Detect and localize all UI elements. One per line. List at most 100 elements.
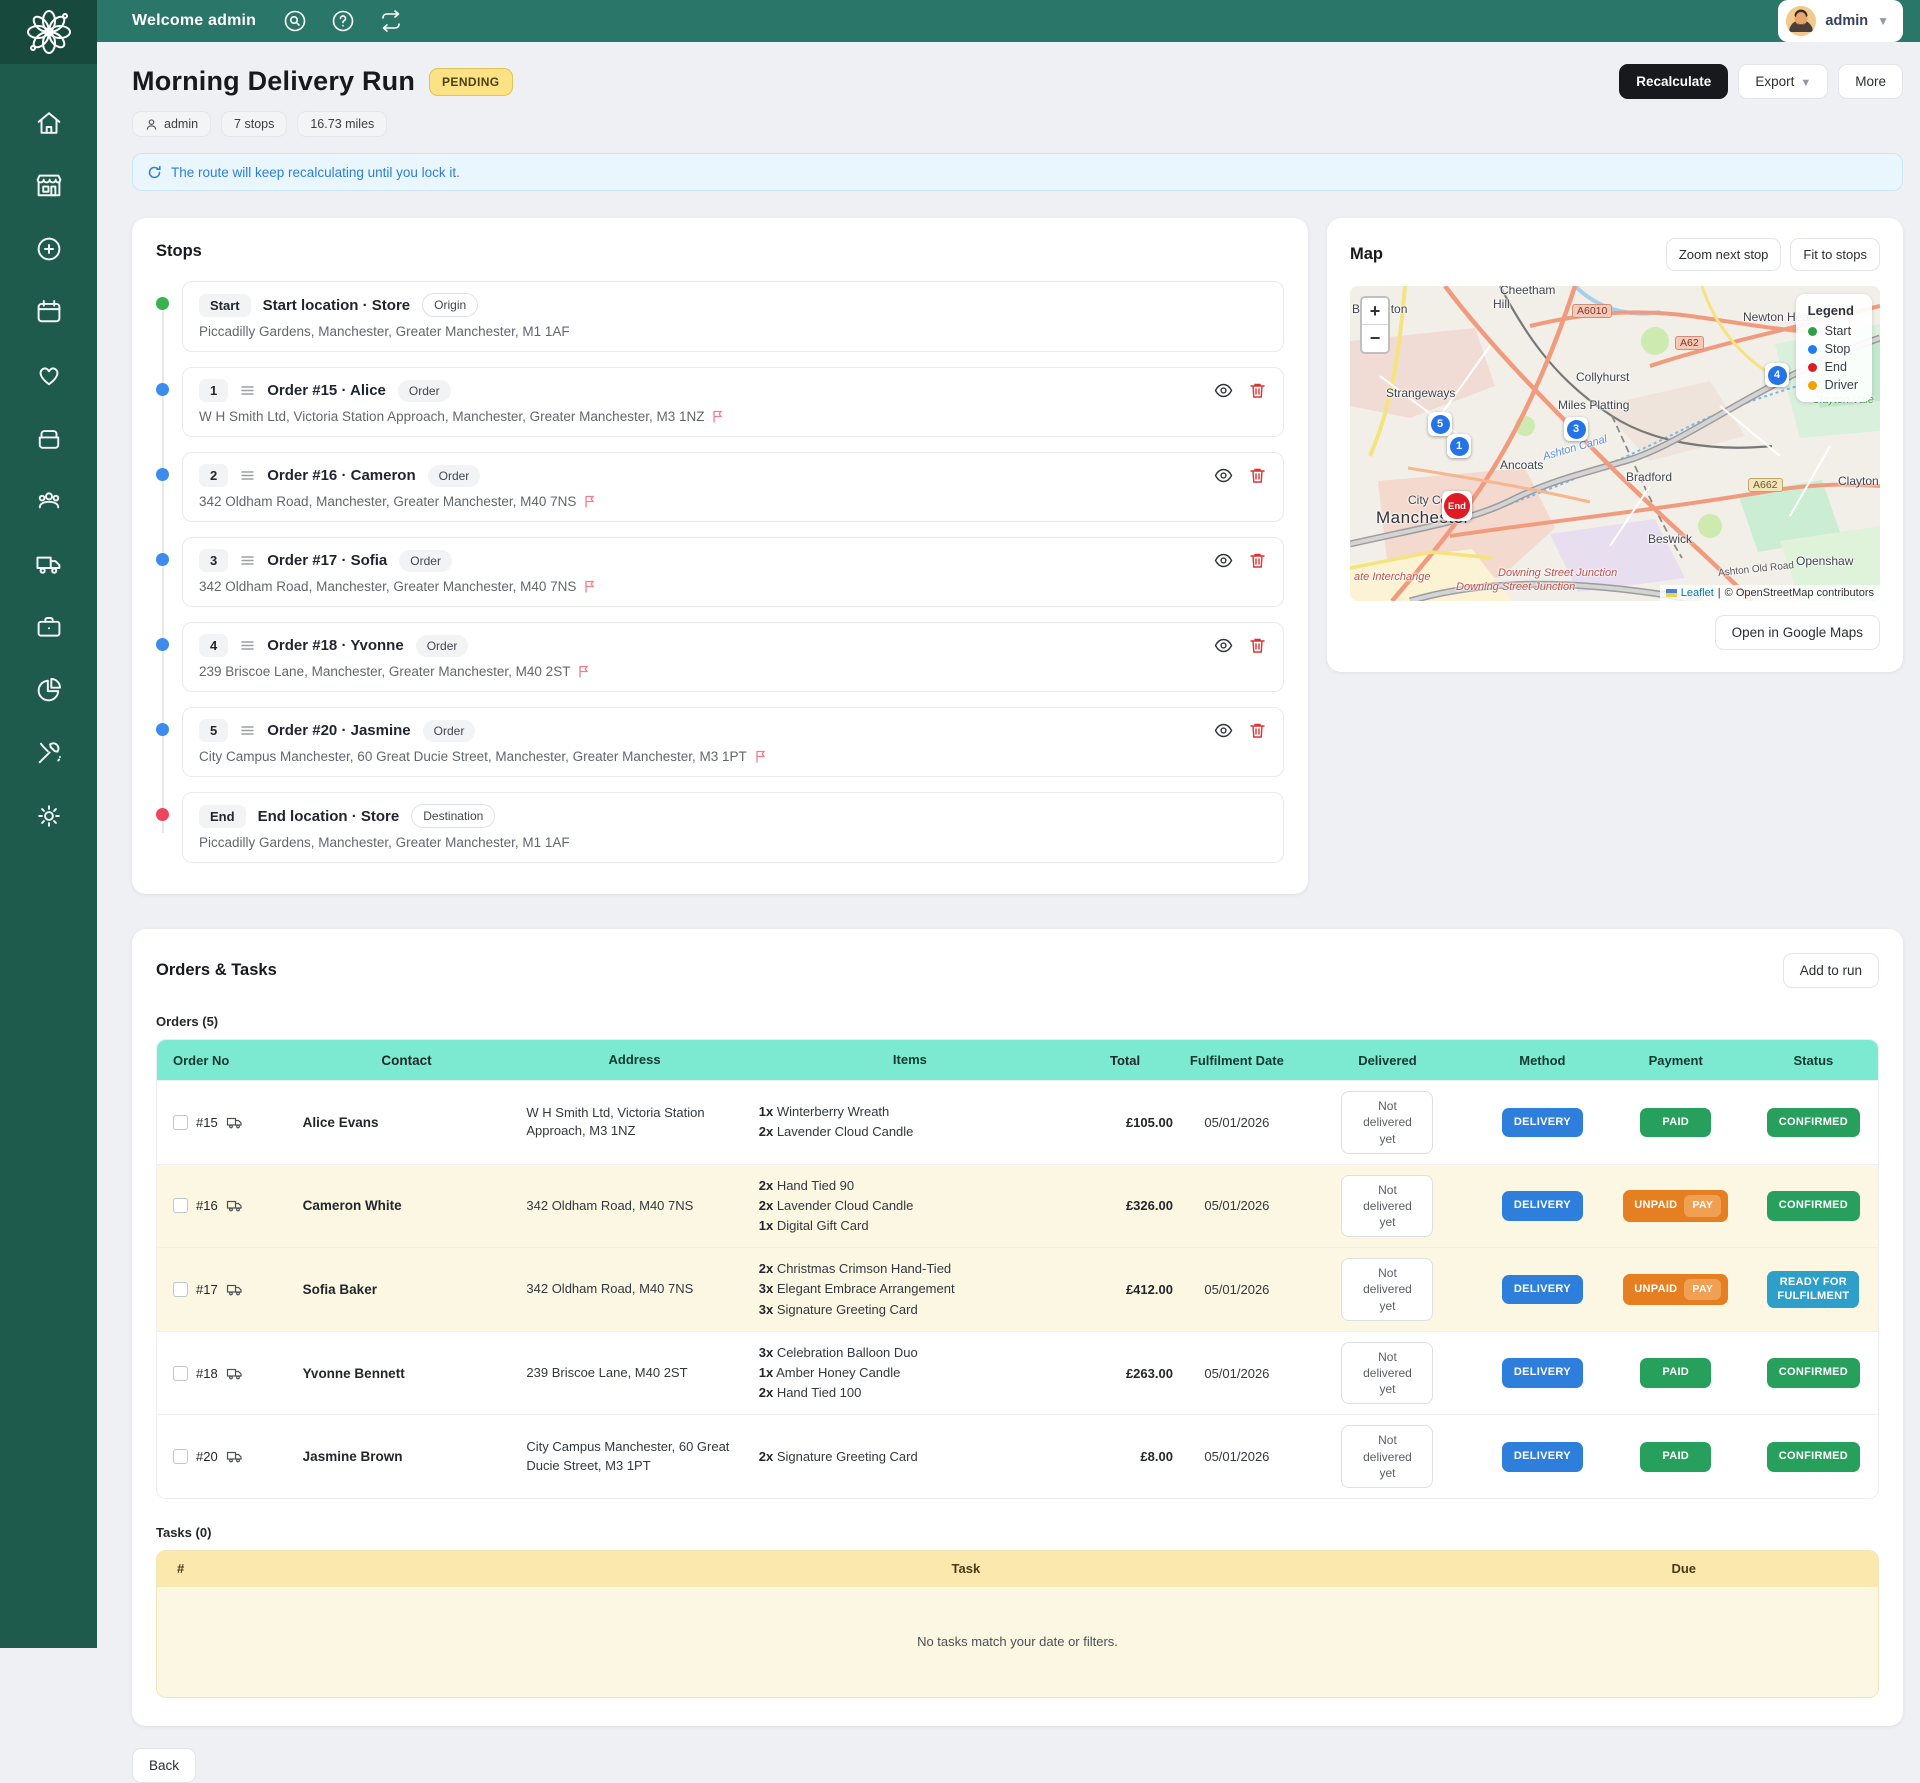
map-canvas[interactable]: Broughton Cheetham Hill A6010 A62 Newton… bbox=[1350, 286, 1880, 601]
sidebar-item-add[interactable] bbox=[34, 234, 64, 264]
user-name: admin bbox=[1825, 13, 1868, 29]
delivered-status-button[interactable]: Not delivered yet bbox=[1341, 1342, 1433, 1405]
delivered-status-button[interactable]: Not delivered yet bbox=[1341, 1425, 1433, 1488]
stop-chip: 5 bbox=[199, 719, 228, 742]
flag-icon bbox=[711, 410, 724, 423]
search-button[interactable] bbox=[282, 8, 308, 34]
row-checkbox[interactable] bbox=[173, 1282, 188, 1297]
sidebar-item-calendar[interactable] bbox=[34, 297, 64, 327]
sidebar-item-reports[interactable] bbox=[34, 675, 64, 705]
store-icon bbox=[34, 171, 64, 201]
zoom-out-button[interactable]: − bbox=[1362, 325, 1388, 352]
delivered-status-button[interactable]: Not delivered yet bbox=[1341, 1175, 1433, 1238]
drag-handle-icon[interactable] bbox=[240, 638, 255, 653]
delivered-status-button[interactable]: Not delivered yet bbox=[1341, 1258, 1433, 1321]
zoom-in-button[interactable]: + bbox=[1362, 298, 1388, 325]
junction-label: Downing Street Junction bbox=[1456, 581, 1575, 593]
map-label: Clayton bbox=[1838, 474, 1879, 488]
delete-stop-button[interactable] bbox=[1248, 721, 1267, 740]
flag-icon bbox=[583, 495, 596, 508]
brand-logo[interactable] bbox=[0, 0, 97, 64]
add-to-run-button[interactable]: Add to run bbox=[1783, 953, 1879, 988]
road-ref-badge: A62 bbox=[1675, 336, 1704, 350]
stop-marker-5[interactable]: 5 bbox=[1428, 412, 1452, 436]
export-button[interactable]: Export▼ bbox=[1738, 64, 1828, 99]
col-fulfilment-date: Fulfilment Date bbox=[1181, 1043, 1293, 1078]
driver-chip: admin bbox=[132, 111, 211, 137]
tasks-empty-state: No tasks match your date or filters. bbox=[157, 1587, 1878, 1697]
view-stop-button[interactable] bbox=[1214, 721, 1233, 740]
more-button[interactable]: More bbox=[1838, 64, 1903, 99]
view-stop-button[interactable] bbox=[1214, 381, 1233, 400]
view-stop-button[interactable] bbox=[1214, 551, 1233, 570]
eye-icon bbox=[1214, 636, 1233, 655]
row-checkbox[interactable] bbox=[173, 1366, 188, 1381]
sidebar-item-home[interactable] bbox=[34, 108, 64, 138]
legend-title: Legend bbox=[1808, 303, 1858, 318]
recalculate-button[interactable]: Recalculate bbox=[1619, 64, 1728, 99]
status-badge: PENDING bbox=[429, 68, 512, 96]
drag-handle-icon[interactable] bbox=[240, 553, 255, 568]
end-legend-dot bbox=[1808, 363, 1817, 372]
sidebar-item-orders[interactable] bbox=[34, 423, 64, 453]
switch-button[interactable] bbox=[378, 8, 404, 34]
end-marker[interactable]: End bbox=[1442, 491, 1472, 521]
stop-marker-4[interactable]: 4 bbox=[1765, 363, 1789, 387]
osm-link[interactable]: © OpenStreetMap contributors bbox=[1725, 587, 1874, 599]
row-checkbox[interactable] bbox=[173, 1115, 188, 1130]
payment-badge: PAID bbox=[1640, 1108, 1711, 1138]
order-total: £326.00 bbox=[1069, 1188, 1181, 1223]
fit-to-stops-button[interactable]: Fit to stops bbox=[1790, 238, 1880, 271]
delivered-status-button[interactable]: Not delivered yet bbox=[1341, 1091, 1433, 1154]
stop-type-badge: Order bbox=[399, 550, 452, 572]
zoom-next-stop-button[interactable]: Zoom next stop bbox=[1666, 238, 1782, 271]
order-row-17: #17 Sofia Baker 342 Oldham Road, M40 7NS… bbox=[157, 1247, 1878, 1331]
stop-address: 239 Briscoe Lane, Manchester, Greater Ma… bbox=[199, 664, 1267, 679]
sidebar-item-store[interactable] bbox=[34, 171, 64, 201]
row-checkbox[interactable] bbox=[173, 1449, 188, 1464]
stop-marker-1[interactable]: 1 bbox=[1447, 434, 1471, 458]
sidebar-item-deliveries[interactable] bbox=[34, 549, 64, 579]
refresh-icon bbox=[147, 165, 162, 180]
view-stop-button[interactable] bbox=[1214, 466, 1233, 485]
legend-item-driver: Driver bbox=[1808, 378, 1858, 392]
stop-row-5: 5 Order #20 · Jasmine Order City bbox=[182, 707, 1284, 777]
user-menu[interactable]: admin ▼ bbox=[1778, 0, 1903, 42]
order-total: £105.00 bbox=[1069, 1105, 1181, 1140]
sidebar-item-tools[interactable] bbox=[34, 738, 64, 768]
map-zoom-control: + − bbox=[1360, 296, 1390, 354]
orders-tasks-panel: Orders & Tasks Add to run Orders (5) Ord… bbox=[132, 929, 1903, 1726]
leaflet-link[interactable]: Leaflet bbox=[1681, 587, 1714, 599]
drag-handle-icon[interactable] bbox=[240, 723, 255, 738]
sidebar-item-customers[interactable] bbox=[34, 486, 64, 516]
stop-dot bbox=[156, 723, 169, 736]
drag-handle-icon[interactable] bbox=[240, 468, 255, 483]
page-header: Morning Delivery Run PENDING Recalculate… bbox=[132, 64, 1903, 99]
method-badge: DELIVERY bbox=[1502, 1275, 1583, 1305]
payment-badge: UNPAIDPAY bbox=[1623, 1190, 1728, 1221]
col-task: Task bbox=[260, 1561, 1671, 1576]
row-checkbox[interactable] bbox=[173, 1198, 188, 1213]
help-button[interactable] bbox=[330, 8, 356, 34]
stop-card: 3 Order #17 · Sofia Order 342 Ol bbox=[182, 537, 1284, 607]
stop-card: 2 Order #16 · Cameron Order 342 bbox=[182, 452, 1284, 522]
stop-row-3: 3 Order #17 · Sofia Order 342 Ol bbox=[182, 537, 1284, 607]
delete-stop-button[interactable] bbox=[1248, 636, 1267, 655]
view-stop-button[interactable] bbox=[1214, 636, 1233, 655]
order-number: #20 bbox=[196, 1449, 218, 1464]
sidebar-item-settings[interactable] bbox=[34, 801, 64, 831]
back-button[interactable]: Back bbox=[132, 1748, 196, 1783]
order-number: #16 bbox=[196, 1198, 218, 1213]
delete-stop-button[interactable] bbox=[1248, 466, 1267, 485]
delete-stop-button[interactable] bbox=[1248, 551, 1267, 570]
drag-handle-icon[interactable] bbox=[240, 383, 255, 398]
stop-title: Start location · Store bbox=[263, 297, 411, 314]
stop-type-badge: Origin bbox=[422, 293, 478, 317]
delete-stop-button[interactable] bbox=[1248, 381, 1267, 400]
sidebar-item-business[interactable] bbox=[34, 612, 64, 642]
pay-button[interactable]: PAY bbox=[1684, 1279, 1721, 1300]
open-google-maps-button[interactable]: Open in Google Maps bbox=[1715, 615, 1880, 650]
sidebar-item-favourites[interactable] bbox=[34, 360, 64, 390]
pay-button[interactable]: PAY bbox=[1684, 1195, 1721, 1216]
stop-marker-3[interactable]: 3 bbox=[1564, 417, 1588, 441]
